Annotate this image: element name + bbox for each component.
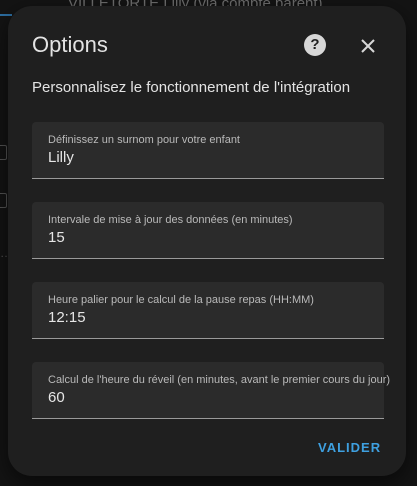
background-open-icon [0, 193, 7, 208]
field-value[interactable]: 15 [48, 229, 65, 247]
field-value[interactable]: 60 [48, 389, 65, 407]
nickname-field[interactable]: Définissez un surnom pour votre enfant L… [32, 122, 384, 179]
update-interval-field[interactable]: Intervale de mise à jour des données (en… [32, 202, 384, 259]
lunch-break-time-field[interactable]: Heure palier pour le calcul de la pause … [32, 282, 384, 339]
field-label: Définissez un surnom pour votre enfant [48, 134, 240, 146]
help-icon[interactable]: ? [304, 34, 326, 56]
field-label: Heure palier pour le calcul de la pause … [48, 294, 314, 306]
close-icon[interactable] [354, 32, 382, 60]
field-value[interactable]: Lilly [48, 149, 74, 167]
submit-button[interactable]: VALIDER [318, 440, 381, 455]
options-dialog: Options ? Personnalisez le fonctionnemen… [8, 6, 406, 476]
background-open-icon [0, 145, 7, 160]
dialog-title: Options [32, 32, 108, 57]
background-tab-indicator [0, 14, 12, 16]
dialog-description: Personnalisez le fonctionnement de l'int… [32, 79, 351, 96]
field-value[interactable]: 12:15 [48, 309, 86, 327]
field-label: Calcul de l'heure du réveil (en minutes,… [48, 374, 391, 386]
field-label: Intervale de mise à jour des données (en… [48, 214, 293, 226]
alarm-offset-field[interactable]: Calcul de l'heure du réveil (en minutes,… [32, 362, 390, 419]
